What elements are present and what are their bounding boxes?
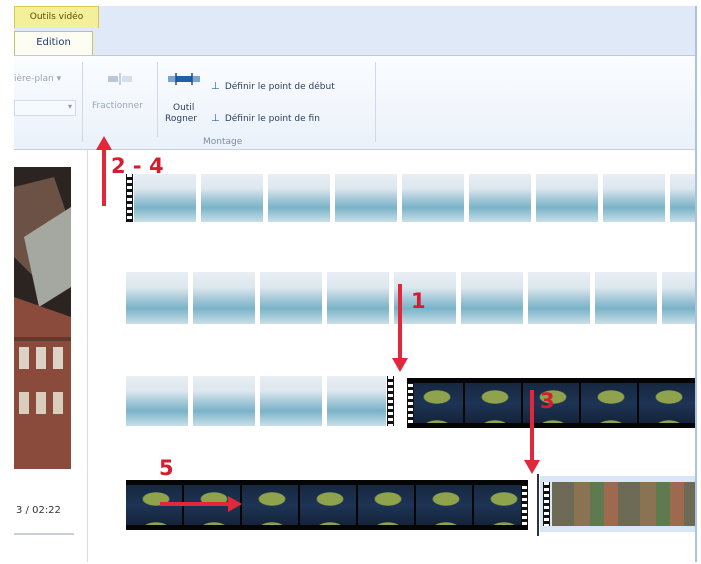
trim-tool-label-line2: Rogner xyxy=(165,114,198,124)
clip-strip-split-left[interactable] xyxy=(126,376,394,426)
ribbon-separator xyxy=(82,62,83,142)
window-border xyxy=(695,6,697,562)
photo-frames xyxy=(552,482,695,526)
annotation-label-1: 1 xyxy=(411,289,426,313)
ribbon-tab-strip xyxy=(14,6,695,59)
film-perforation xyxy=(521,485,528,525)
annotation-arrow-1 xyxy=(398,284,402,364)
arrow-right-icon xyxy=(228,496,242,512)
arrow-down-icon xyxy=(524,460,540,474)
trim-tool-label-line1: Outil xyxy=(173,103,195,113)
video-preview xyxy=(14,167,71,469)
trim-tool-button[interactable]: Outil Rogner xyxy=(163,63,203,133)
tab-edition[interactable]: Edition xyxy=(14,31,93,55)
set-end-point-label: Définir le point de fin xyxy=(224,114,320,124)
group-label-montage: Montage xyxy=(203,137,243,147)
annotation-label-3: 3 xyxy=(540,389,555,413)
set-start-icon: ⊥ xyxy=(211,81,220,92)
annotation-label-5: 5 xyxy=(159,456,174,480)
split-button-label: Fractionner xyxy=(92,101,143,111)
split-icon xyxy=(108,73,132,85)
annotation-arrow-3 xyxy=(530,390,534,466)
chevron-down-icon: ▾ xyxy=(56,74,62,84)
set-start-point-button[interactable]: ⊥ Définir le point de début xyxy=(211,74,335,93)
set-end-point-button[interactable]: ⊥ Définir le point de fin xyxy=(211,106,320,125)
video-tools-context-tab: Outils vidéo xyxy=(14,6,99,28)
arrow-up-icon xyxy=(96,136,112,150)
background-color-dropdown[interactable]: ière-plan ▾ xyxy=(14,74,61,84)
split-button[interactable]: Fractionner xyxy=(92,63,147,135)
set-start-point-label: Définir le point de début xyxy=(224,82,335,92)
clip-frames xyxy=(126,376,386,426)
chevron-down-icon: ▾ xyxy=(67,102,72,111)
annotation-label-2-4: 2 - 4 xyxy=(111,154,164,178)
trim-icon xyxy=(168,73,200,85)
clip-frames xyxy=(134,174,695,222)
clip-strip-photo[interactable] xyxy=(540,476,695,532)
film-perforation xyxy=(126,174,133,222)
clip-strip-row-1[interactable] xyxy=(126,174,695,222)
background-color-combo[interactable]: ▾ xyxy=(14,100,76,116)
seek-bar[interactable] xyxy=(14,533,74,535)
preview-image xyxy=(14,167,71,469)
ribbon-separator xyxy=(157,62,158,137)
film-perforation xyxy=(543,482,550,526)
ribbon-separator xyxy=(375,62,376,142)
set-end-icon: ⊥ xyxy=(211,113,220,124)
film-perforation xyxy=(407,383,414,423)
annotation-arrow-2-4 xyxy=(102,148,106,206)
preview-time: 3 / 02:22 xyxy=(16,505,61,516)
annotation-arrow-5 xyxy=(160,502,232,506)
insertion-cursor xyxy=(537,474,539,536)
film-perforation xyxy=(387,376,394,426)
arrow-down-icon xyxy=(392,358,408,372)
